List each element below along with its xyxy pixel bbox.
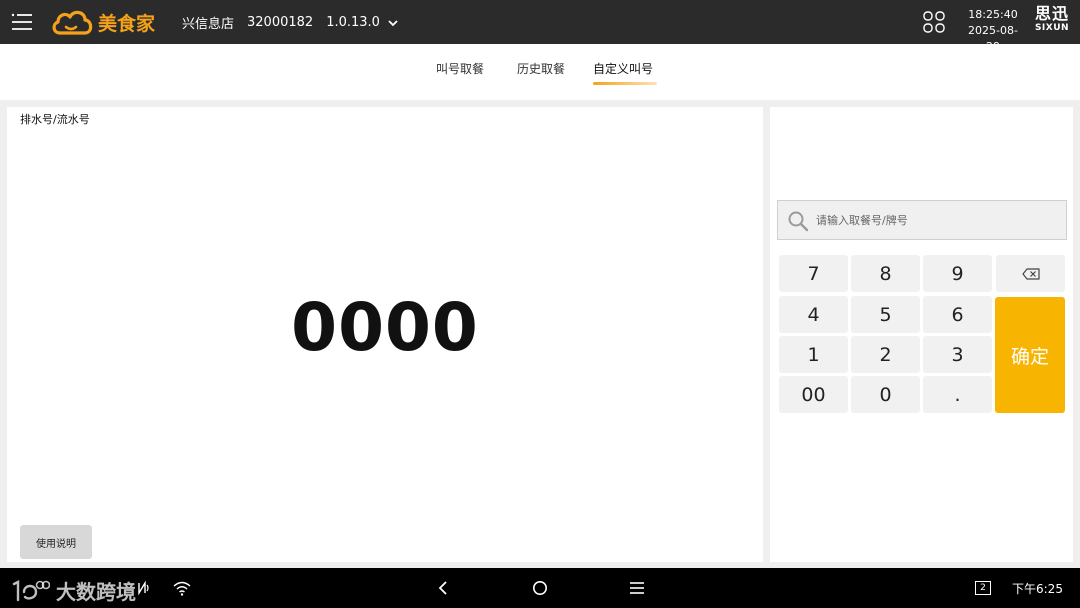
backspace-button[interactable]	[996, 255, 1065, 292]
tab-label: 历史取餐	[517, 62, 566, 76]
search-box[interactable]	[777, 200, 1067, 240]
app-version: 1.0.13.0	[326, 15, 380, 30]
key-7[interactable]: 7	[779, 255, 848, 292]
queue-number-label: 排水号/流水号	[20, 113, 90, 126]
watermark-text: 大数跨境	[56, 580, 136, 604]
nfc-icon	[138, 581, 149, 595]
tab-custom-call[interactable]: 自定义叫号	[593, 60, 658, 90]
key-5[interactable]: 5	[851, 296, 920, 333]
watermark-logo-icon	[12, 579, 50, 601]
number-display-panel: 排水号/流水号 0000 使用说明	[7, 107, 763, 562]
back-icon[interactable]	[436, 580, 450, 596]
menu-icon[interactable]	[10, 10, 34, 34]
tab-pickup-history[interactable]: 历史取餐	[517, 60, 565, 90]
key-8[interactable]: 8	[851, 255, 920, 292]
help-button[interactable]: 使用说明	[20, 525, 92, 559]
system-nav-bar: 大数跨境 2 下午6:25	[0, 568, 1080, 608]
key-1[interactable]: 1	[779, 336, 848, 373]
recent-apps-icon[interactable]	[629, 581, 645, 595]
tab-bar: 叫号取餐 历史取餐 自定义叫号	[0, 44, 1080, 100]
key-3[interactable]: 3	[923, 336, 992, 373]
watermark: 大数跨境	[10, 576, 136, 605]
tab-call-pickup[interactable]: 叫号取餐	[436, 60, 484, 90]
keypad-panel: 7 8 9 4 5 6 1 2 3 00 0 . 确定	[770, 107, 1073, 562]
vendor-name-cn: 思迅	[1034, 4, 1069, 23]
sim-badge: 2	[975, 581, 991, 595]
pickup-number-input[interactable]	[816, 201, 1056, 239]
key-0[interactable]: 0	[851, 376, 920, 413]
confirm-button[interactable]: 确定	[995, 297, 1065, 413]
key-dot[interactable]: .	[923, 376, 992, 413]
key-6[interactable]: 6	[923, 296, 992, 333]
vendor-name-en: SIXUN	[1034, 23, 1070, 33]
apps-grid-icon[interactable]	[922, 10, 946, 34]
system-time: 下午6:25	[1012, 582, 1063, 596]
key-9[interactable]: 9	[923, 255, 992, 292]
tab-label: 自定义叫号	[593, 62, 654, 76]
home-icon[interactable]	[532, 580, 548, 596]
called-number-display: 0000	[291, 289, 479, 366]
key-4[interactable]: 4	[779, 296, 848, 333]
tab-label: 叫号取餐	[436, 62, 485, 76]
top-bar: 美食家 兴信息店 32000182 1.0.13.0 18:25:40 2025…	[0, 0, 1080, 53]
backspace-icon	[1021, 267, 1040, 280]
store-info: 兴信息店 32000182 1.0.13.0	[182, 13, 399, 32]
brand-name: 美食家	[98, 12, 156, 35]
key-00[interactable]: 00	[779, 376, 848, 413]
chevron-down-icon[interactable]	[387, 17, 399, 29]
search-icon	[788, 211, 809, 232]
vendor-logo: 思迅 SIXUN	[1030, 5, 1074, 34]
active-tab-indicator	[593, 82, 658, 85]
cloud-logo-icon	[52, 10, 93, 35]
brand: 美食家	[50, 7, 155, 37]
store-code: 32000182	[247, 15, 314, 30]
store-name: 兴信息店	[182, 17, 235, 32]
key-2[interactable]: 2	[851, 336, 920, 373]
clock-time: 18:25:40	[968, 8, 1018, 21]
wifi-icon	[173, 581, 191, 596]
